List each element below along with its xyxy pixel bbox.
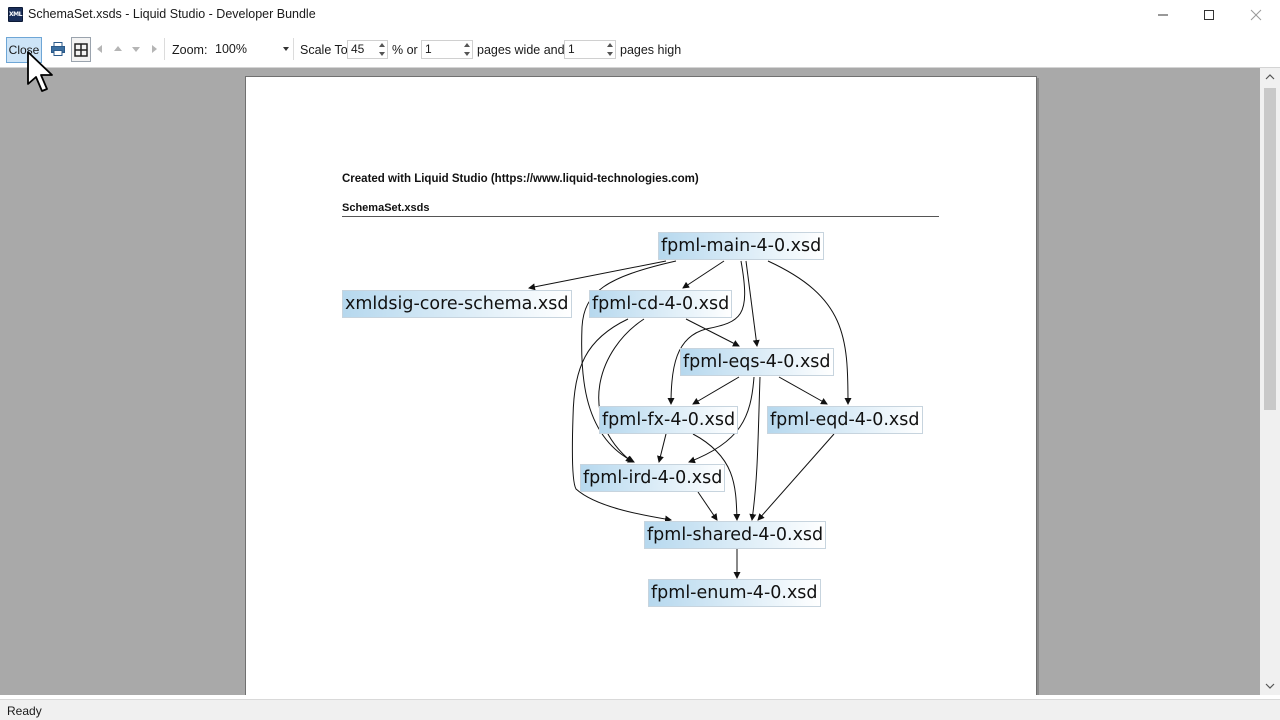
pages-wide-stepper[interactable]: 1	[421, 40, 473, 59]
status-bar: Ready	[0, 699, 1280, 720]
first-page-button[interactable]	[93, 42, 107, 56]
edge-main-xmldsig	[528, 260, 667, 291]
minimize-button[interactable]	[1140, 0, 1186, 30]
percent-or-label: % or	[392, 43, 418, 57]
next-page-button[interactable]	[129, 42, 143, 56]
edge-eqs-eqd	[778, 376, 828, 405]
last-page-button[interactable]	[147, 42, 161, 56]
pages-high-label: pages high	[620, 43, 682, 57]
grid-icon	[74, 42, 88, 57]
schema-node-eqs[interactable]: fpml-eqs-4-0.xsd	[680, 348, 834, 376]
print-preview-toolbar: Close Zoom: 100% Scale To: 45 % or 1 pag…	[0, 30, 1280, 68]
edge-eqs-shared	[749, 376, 761, 521]
edge-eqd-shared	[757, 433, 835, 521]
edge-main-cd	[682, 260, 725, 289]
status-text: Ready	[7, 704, 42, 718]
edge-main-fx	[667, 260, 746, 405]
chevron-down-icon	[283, 47, 289, 51]
schema-node-enum[interactable]: fpml-enum-4-0.xsd	[648, 579, 821, 607]
schema-node-cd[interactable]: fpml-cd-4-0.xsd	[589, 290, 733, 318]
edge-eqs-fx	[692, 376, 740, 405]
schema-node-main[interactable]: fpml-main-4-0.xsd	[658, 232, 825, 260]
edge-fx-ird	[657, 433, 667, 463]
vertical-scrollbar[interactable]	[1260, 68, 1280, 695]
minimize-icon	[1158, 14, 1168, 16]
preview-area[interactable]: Created with Liquid Studio (https://www.…	[0, 68, 1260, 695]
dependency-diagram	[528, 260, 852, 579]
triangle-right-icon	[152, 45, 157, 53]
scale-label: Scale To:	[300, 43, 352, 57]
edge-cd-eqs	[685, 318, 740, 347]
schema-node-eqd[interactable]: fpml-eqd-4-0.xsd	[767, 406, 923, 434]
app-icon: XML	[8, 7, 23, 22]
multi-page-button[interactable]	[71, 37, 91, 62]
pages-wide-value: 1	[425, 42, 432, 56]
edge-main-eqs	[745, 260, 760, 347]
scale-percent-value: 45	[351, 42, 365, 56]
preview-page: Created with Liquid Studio (https://www.…	[245, 76, 1037, 695]
previous-page-button[interactable]	[111, 42, 125, 56]
maximize-button[interactable]	[1186, 0, 1232, 30]
spin-arrows-icon[interactable]	[461, 41, 472, 58]
pages-wide-label: pages wide and	[477, 43, 565, 57]
edge-cd-ird	[598, 318, 645, 463]
triangle-left-icon	[97, 45, 102, 53]
schema-node-shared[interactable]: fpml-shared-4-0.xsd	[644, 521, 827, 549]
close-window-button[interactable]	[1233, 0, 1279, 30]
window-title: SchemaSet.xsds - Liquid Studio - Develop…	[28, 7, 316, 21]
schema-node-ird[interactable]: fpml-ird-4-0.xsd	[580, 464, 726, 492]
pages-high-value: 1	[568, 42, 575, 56]
zoom-select[interactable]: 100%	[215, 40, 293, 59]
triangle-down-icon	[132, 47, 140, 52]
schema-node-fx[interactable]: fpml-fx-4-0.xsd	[599, 406, 739, 434]
toolbar-separator	[293, 38, 294, 60]
scroll-up-icon[interactable]	[1265, 72, 1275, 82]
scale-percent-stepper[interactable]: 45	[347, 40, 388, 59]
edge-ird-shared	[697, 491, 718, 521]
mouse-cursor-icon	[27, 51, 53, 92]
schema-node-xmldsig[interactable]: xmldsig-core-schema.xsd	[342, 290, 572, 318]
title-bar: XML SchemaSet.xsds - Liquid Studio - Dev…	[0, 0, 1280, 30]
spin-arrows-icon[interactable]	[604, 41, 615, 58]
scrollbar-thumb[interactable]	[1264, 88, 1276, 410]
spin-arrows-icon[interactable]	[376, 41, 387, 58]
zoom-label: Zoom:	[172, 43, 208, 57]
toolbar-separator	[164, 38, 165, 60]
maximize-icon	[1204, 10, 1214, 20]
close-icon	[1250, 9, 1262, 21]
scroll-down-icon[interactable]	[1265, 681, 1275, 691]
zoom-value: 100%	[215, 42, 247, 56]
triangle-up-icon	[114, 46, 122, 51]
edge-main-eqd	[767, 260, 852, 405]
pages-high-stepper[interactable]: 1	[564, 40, 616, 59]
